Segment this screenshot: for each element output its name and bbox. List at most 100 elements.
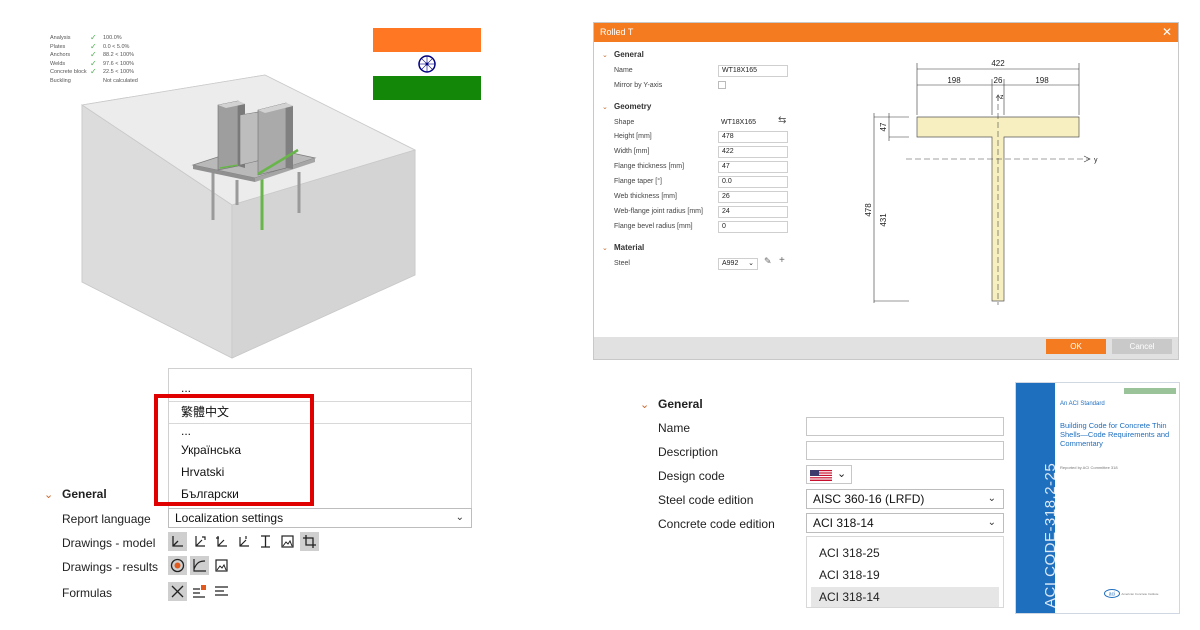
steel-label: Steel: [614, 260, 630, 267]
width-input[interactable]: 422: [718, 146, 788, 158]
side-view-icon[interactable]: [212, 532, 231, 551]
language-option-ellipsis[interactable]: ...: [181, 381, 191, 395]
check-row: Analysis ✓ 100.0%: [50, 34, 163, 43]
dialog-section-general: General: [614, 50, 644, 59]
collapse-chevron-icon[interactable]: ⌄: [44, 488, 53, 501]
steel-select[interactable]: A992 ⌄: [718, 258, 758, 270]
base-plate-3d-model[interactable]: [70, 70, 430, 370]
description-input[interactable]: [806, 441, 1004, 460]
dialog-title-bar: Rolled T: [594, 23, 1178, 42]
image-icon[interactable]: [278, 532, 297, 551]
us-flag-icon: [810, 470, 832, 481]
dim-flange: 47: [879, 122, 888, 131]
crop-icon[interactable]: [300, 532, 319, 551]
dialog-section-geometry: Geometry: [614, 102, 652, 111]
book-title: Building Code for Concrete Thin Shells—C…: [1060, 421, 1170, 448]
ok-button[interactable]: OK: [1046, 339, 1106, 354]
steel-code-value: AISC 360-16 (LRFD): [813, 492, 925, 506]
axonometric-view-icon[interactable]: [168, 532, 187, 551]
concrete-option-aci-318-19[interactable]: ACI 318-19: [819, 568, 880, 582]
edit-pencil-icon[interactable]: ✎: [764, 256, 772, 267]
name-input[interactable]: WT18X165: [718, 65, 788, 77]
dim-width: 422: [991, 59, 1005, 68]
book-spine-text: ACI CODE-318.2-25: [1042, 462, 1059, 608]
steel-code-select[interactable]: AISC 360-16 (LRFD) ⌄: [806, 489, 1004, 509]
name-label-right: Name: [658, 421, 691, 435]
drawings-results-label: Drawings - results: [62, 560, 159, 574]
aci-logo: aci American Concrete Institute: [1104, 589, 1158, 598]
z-axis-label: z: [1000, 94, 1004, 101]
web-flange-radius-input[interactable]: 24: [718, 206, 788, 218]
short-formulas-icon[interactable]: [190, 582, 209, 601]
report-language-value: Localization settings: [175, 511, 284, 525]
book-byline: Reported by ACI Committee 318: [1060, 465, 1118, 470]
check-label: Analysis: [50, 35, 71, 41]
chevron-down-icon: ⌄: [455, 512, 464, 523]
check-label: Welds: [50, 60, 66, 67]
aci-logo-text: aci: [1109, 592, 1115, 598]
flange-taper-input[interactable]: 0.0: [718, 176, 788, 188]
drawings-results-toolbar: [168, 556, 234, 575]
concrete-code-value: ACI 318-14: [813, 516, 874, 530]
top-view-icon[interactable]: [234, 532, 253, 551]
y-axis-label: y: [1094, 157, 1098, 164]
description-label: Description: [658, 445, 719, 459]
collapse-chevron-icon[interactable]: ⌄: [602, 51, 608, 59]
height-label: Height [mm]: [614, 133, 652, 140]
stress-result-icon[interactable]: [168, 556, 187, 575]
drawings-model-label: Drawings - model: [62, 536, 156, 550]
concrete-option-aci-318-14[interactable]: ACI 318-14: [819, 590, 880, 604]
section-title-general-right: General: [658, 397, 703, 411]
section-title-general: General: [62, 487, 107, 501]
close-icon[interactable]: ✕: [1162, 25, 1172, 39]
check-label: Anchors: [50, 52, 71, 59]
concrete-code-select[interactable]: ACI 318-14 ⌄: [806, 513, 1004, 533]
steel-code-label: Steel code edition: [658, 493, 754, 507]
design-code-select[interactable]: ⌄: [806, 465, 852, 484]
dim-web: 26: [994, 76, 1003, 85]
report-language-select[interactable]: Localization settings ⌄: [168, 508, 472, 528]
concrete-code-dropdown-list[interactable]: ACI 318-25 ACI 318-19 ACI 318-14: [806, 536, 1004, 608]
design-code-label: Design code: [658, 469, 725, 483]
steel-value: A992: [722, 260, 739, 267]
highlight-frame: [154, 394, 314, 506]
section-drawing: 422 198 26 198 z y 47 478 431: [864, 59, 1098, 305]
report-language-label: Report language: [62, 512, 151, 526]
collapse-chevron-icon[interactable]: ⌄: [602, 103, 608, 111]
book-standard-label: An ACI Standard: [1060, 401, 1105, 407]
rolled-t-dialog: Rolled T ✕ ⌄ General Name WT18X165 Mirro…: [593, 22, 1179, 360]
name-input-right[interactable]: [806, 417, 1004, 436]
mirror-checkbox[interactable]: [718, 81, 726, 89]
dim-web-height: 431: [879, 213, 888, 227]
check-label: Plates: [50, 43, 66, 50]
web-thickness-input[interactable]: 26: [718, 191, 788, 203]
concrete-option-aci-318-25[interactable]: ACI 318-25: [819, 546, 880, 560]
mirror-label: Mirror by Y-axis: [614, 82, 663, 89]
diagram-result-icon[interactable]: [190, 556, 209, 575]
flange-thickness-input[interactable]: 47: [718, 161, 788, 173]
picture-result-icon[interactable]: [212, 556, 231, 575]
height-input[interactable]: 478: [718, 131, 788, 143]
full-formulas-icon[interactable]: [212, 582, 231, 601]
collapse-chevron-icon[interactable]: ⌄: [640, 398, 649, 411]
check-value: 97.6 < 100%: [103, 60, 135, 67]
add-material-icon[interactable]: +: [779, 255, 785, 266]
collapse-chevron-icon[interactable]: ⌄: [602, 244, 608, 252]
check-row: Welds ✓ 97.6 < 100%: [50, 59, 163, 69]
web-flange-radius-label: Web-flange joint radius [mm]: [614, 208, 703, 215]
formulas-toolbar: [168, 582, 234, 601]
chevron-down-icon: ⌄: [748, 260, 754, 267]
check-row: Anchors ✓ 88.2 < 100%: [50, 51, 163, 60]
check-row: Plates ✓ 0.0 < 5.0%: [50, 42, 163, 52]
formulas-label: Formulas: [62, 586, 113, 600]
front-view-icon[interactable]: [190, 532, 209, 551]
web-thickness-label: Web thickness [mm]: [614, 193, 677, 200]
flange-thickness-label: Flange thickness [mm]: [614, 163, 685, 170]
swap-shape-icon[interactable]: ⇆: [778, 115, 786, 126]
cancel-button[interactable]: Cancel: [1112, 339, 1172, 354]
section-icon[interactable]: [256, 532, 275, 551]
no-formulas-icon[interactable]: [168, 582, 187, 601]
check-value: 0.0 < 5.0%: [103, 43, 130, 50]
concrete-code-label: Concrete code edition: [658, 517, 775, 531]
flange-bevel-radius-input[interactable]: 0: [718, 221, 788, 233]
